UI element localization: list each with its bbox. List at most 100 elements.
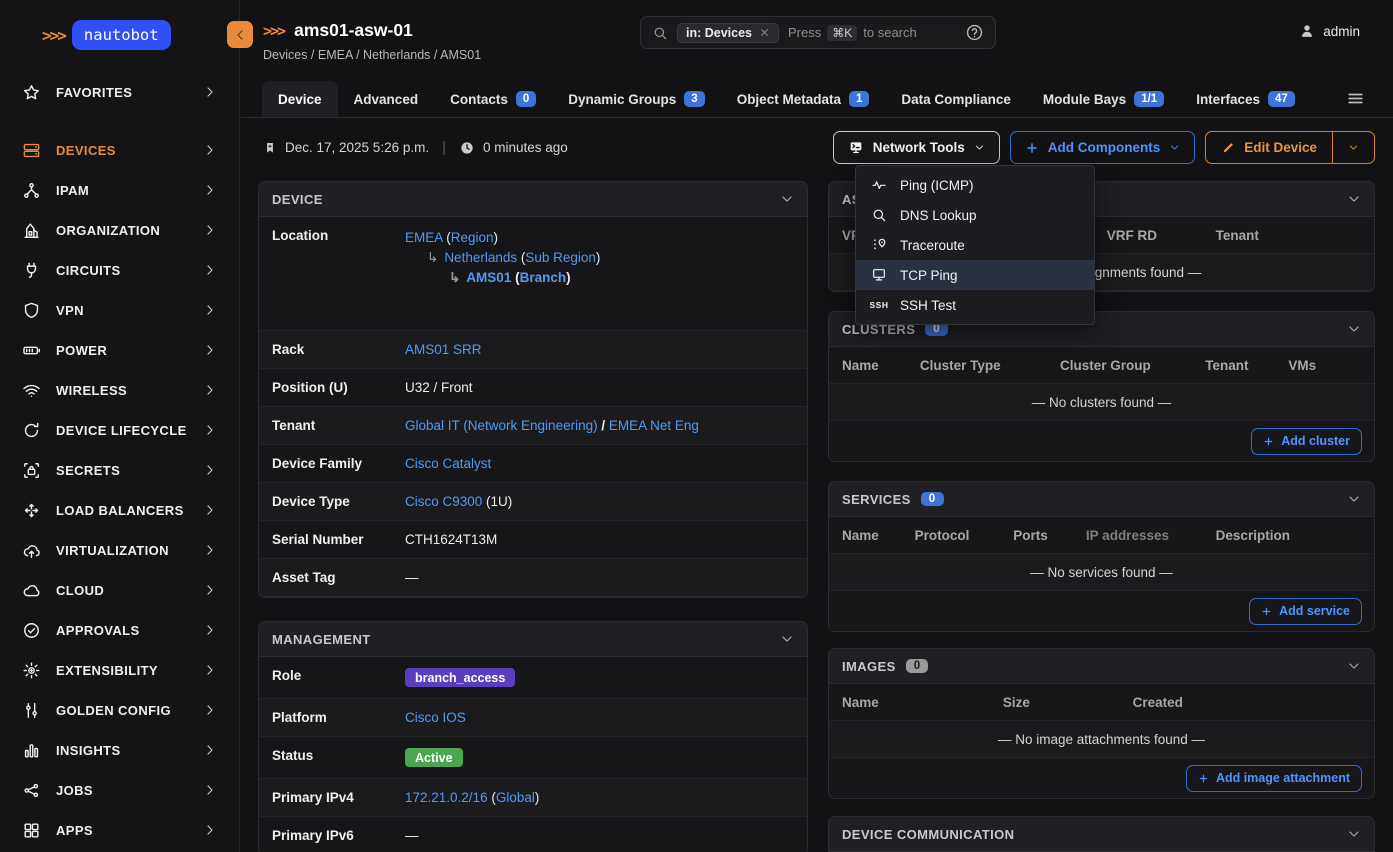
menu-item-traceroute[interactable]: Traceroute xyxy=(856,230,1094,260)
sidebar-item-jobs[interactable]: JOBS xyxy=(0,770,239,810)
sidebar-item-devices[interactable]: DEVICES xyxy=(0,130,239,170)
chevron-down-icon[interactable] xyxy=(1347,192,1361,206)
chevron-down-icon[interactable] xyxy=(1347,827,1361,841)
menu-item-ping-icmp[interactable]: Ping (ICMP) xyxy=(856,170,1094,200)
updated-ago: 0 minutes ago xyxy=(483,140,568,155)
chevron-right-icon xyxy=(203,463,217,477)
menu-item-dns-lookup[interactable]: DNS Lookup xyxy=(856,200,1094,230)
sidebar-item-label: GOLDEN CONFIG xyxy=(56,703,188,718)
sidebar-item-label: EXTENSIBILITY xyxy=(56,663,188,678)
sidebar-item-vpn[interactable]: VPN xyxy=(0,290,239,330)
menu-item-ssh-test[interactable]: SSHSSH Test xyxy=(856,290,1094,320)
sliders-icon xyxy=(22,701,41,720)
add-components-button[interactable]: Add Components xyxy=(1010,131,1196,164)
sidebar-item-label: FAVORITES xyxy=(56,85,188,100)
field-value: Cisco Catalyst xyxy=(405,445,807,482)
sidebar-item-cloud[interactable]: CLOUD xyxy=(0,570,239,610)
services-panel: SERVICES0NameProtocolPortsIP addressesDe… xyxy=(828,481,1375,632)
tabs-overflow-menu-icon[interactable] xyxy=(1346,89,1365,108)
panel-title: IMAGES xyxy=(842,659,896,674)
sidebar-item-apps[interactable]: APPS xyxy=(0,810,239,850)
sidebar-item-extensibility[interactable]: EXTENSIBILITY xyxy=(0,650,239,690)
sidebar-item-favorites[interactable]: FAVORITES xyxy=(0,72,239,112)
tab-interfaces[interactable]: Interfaces47 xyxy=(1180,81,1311,117)
value-link[interactable]: Region xyxy=(451,230,494,245)
tab-label: Contacts xyxy=(450,92,508,107)
sidebar-item-ipam[interactable]: IPAM xyxy=(0,170,239,210)
chevron-down-icon[interactable] xyxy=(780,632,794,646)
value-link[interactable]: AMS01 SRR xyxy=(405,342,482,357)
value-link[interactable]: Cisco Catalyst xyxy=(405,456,491,471)
sidebar-item-circuits[interactable]: CIRCUITS xyxy=(0,250,239,290)
value-link[interactable]: EMEA Net Eng xyxy=(609,418,699,433)
chevron-right-icon xyxy=(203,85,217,99)
sidebar-item-organization[interactable]: ORGANIZATION xyxy=(0,210,239,250)
chevron-right-icon xyxy=(203,743,217,757)
value-link[interactable]: Cisco IOS xyxy=(405,710,466,725)
value-link[interactable]: Global xyxy=(496,790,535,805)
sidebar-collapse-button[interactable] xyxy=(227,21,253,48)
monitor-icon xyxy=(871,267,887,283)
sidebar-item-secrets[interactable]: SECRETS xyxy=(0,450,239,490)
sidebar-item-wireless[interactable]: WIRELESS xyxy=(0,370,239,410)
search-scope-label: in: Devices xyxy=(686,26,752,40)
device-row-serial-number: Serial NumberCTH1624T13M xyxy=(259,521,807,559)
tab-advanced[interactable]: Advanced xyxy=(338,81,435,117)
value-text: ( xyxy=(443,230,451,245)
value-text: ( xyxy=(488,790,496,805)
value-link[interactable]: Cisco C9300 xyxy=(405,494,482,509)
menu-item-tcp-ping[interactable]: TCP Ping xyxy=(856,260,1094,290)
sidebar-item-label: APPS xyxy=(56,823,188,838)
chevron-down-icon[interactable] xyxy=(1347,659,1361,673)
sidebar-item-power[interactable]: POWER xyxy=(0,330,239,370)
add-service-button[interactable]: Add service xyxy=(1249,598,1362,625)
value-link[interactable]: EMEA xyxy=(405,230,443,245)
chevron-down-icon[interactable] xyxy=(1347,492,1361,506)
action-buttons: Network Tools Add Components Edit Device xyxy=(833,131,1375,164)
value-link[interactable]: Netherlands xyxy=(444,250,517,265)
value-link[interactable]: Sub Region xyxy=(525,250,596,265)
tab-object-metadata[interactable]: Object Metadata1 xyxy=(721,81,886,117)
add-cluster-button[interactable]: Add cluster xyxy=(1251,428,1362,455)
device-communication-panel: DEVICE COMMUNICATION xyxy=(828,816,1375,852)
value-link[interactable]: 172.21.0.2/16 xyxy=(405,790,488,805)
value-link[interactable]: Global IT (Network Engineering) xyxy=(405,418,598,433)
value-link[interactable]: AMS01 xyxy=(466,270,511,285)
sidebar-item-insights[interactable]: INSIGHTS xyxy=(0,730,239,770)
nautobot-logo[interactable]: >>> nautobot xyxy=(0,0,239,50)
search-icon xyxy=(871,207,887,223)
bookmark-icon[interactable] xyxy=(263,141,277,155)
field-label: Serial Number xyxy=(259,521,405,558)
sidebar-item-load-balancers[interactable]: LOAD BALANCERS xyxy=(0,490,239,530)
chevron-right-icon xyxy=(203,783,217,797)
add-image-attachment-button[interactable]: Add image attachment xyxy=(1186,765,1362,792)
tab-module-bays[interactable]: Module Bays1/1 xyxy=(1027,81,1180,117)
sidebar: >>> nautobot FAVORITES DEVICESIPAMORGANI… xyxy=(0,0,240,852)
network-tools-button[interactable]: Network Tools xyxy=(833,131,1000,164)
breadcrumb[interactable]: Devices / EMEA / Netherlands / AMS01 xyxy=(263,48,481,62)
location-line: EMEA (Region) xyxy=(405,228,794,248)
sidebar-item-approvals[interactable]: APPROVALS xyxy=(0,610,239,650)
sidebar-item-virtualization[interactable]: VIRTUALIZATION xyxy=(0,530,239,570)
chevron-down-icon[interactable] xyxy=(780,192,794,206)
close-icon[interactable] xyxy=(759,27,770,38)
value-text: ) xyxy=(596,250,601,265)
tab-dynamic-groups[interactable]: Dynamic Groups3 xyxy=(552,81,720,117)
table-header-row: NameProtocolPortsIP addressesDescription xyxy=(829,517,1374,554)
sidebar-item-golden-config[interactable]: GOLDEN CONFIG xyxy=(0,690,239,730)
field-value: AMS01 SRR xyxy=(405,331,807,368)
tab-device[interactable]: Device xyxy=(262,81,338,117)
user-menu[interactable]: admin xyxy=(1299,23,1360,39)
global-search-input[interactable]: in: Devices Press ⌘K to search xyxy=(640,16,996,49)
column-header: Name xyxy=(842,528,915,543)
search-scope-chip[interactable]: in: Devices xyxy=(677,23,779,43)
value-link[interactable]: Branch xyxy=(520,270,567,285)
edit-device-button[interactable]: Edit Device xyxy=(1206,132,1332,163)
edit-device-caret-button[interactable] xyxy=(1332,132,1374,163)
tab-contacts[interactable]: Contacts0 xyxy=(434,81,552,117)
grid-icon xyxy=(22,821,41,840)
help-icon[interactable] xyxy=(965,23,984,42)
chevron-down-icon[interactable] xyxy=(1347,322,1361,336)
tab-data-compliance[interactable]: Data Compliance xyxy=(885,81,1027,117)
sidebar-item-device-lifecycle[interactable]: DEVICE LIFECYCLE xyxy=(0,410,239,450)
